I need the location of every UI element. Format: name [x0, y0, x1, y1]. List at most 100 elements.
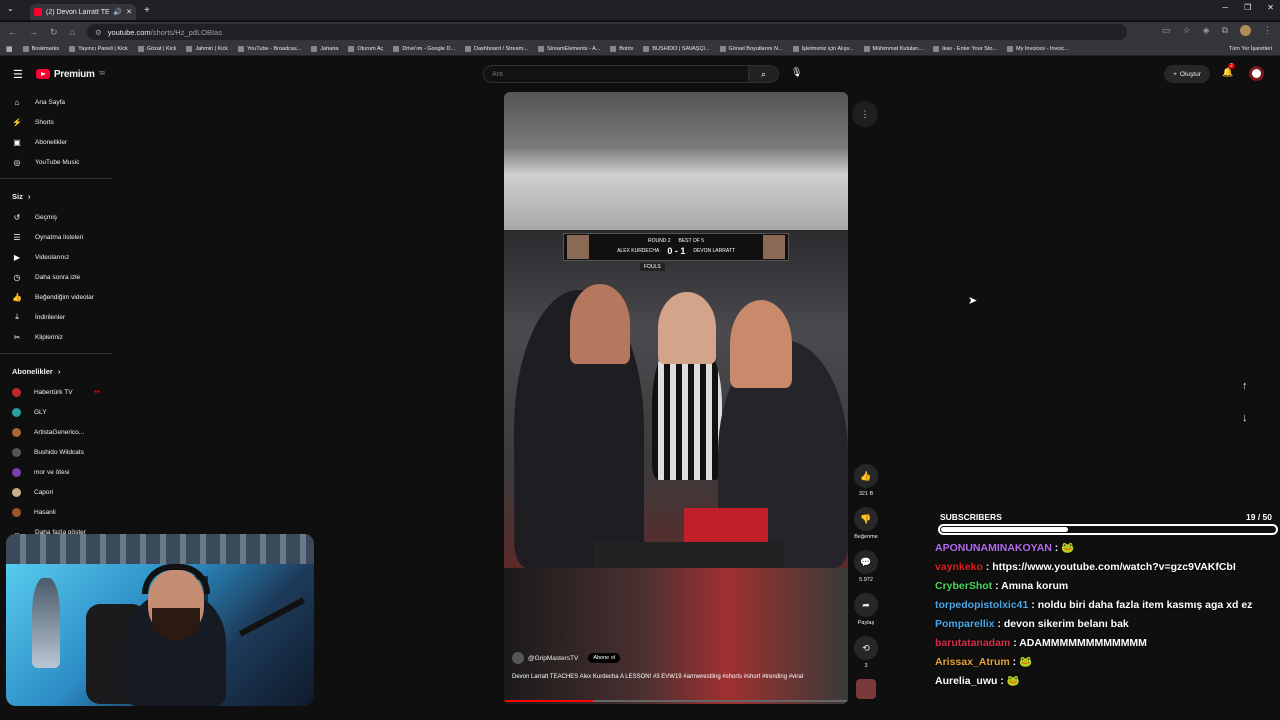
dislike-action[interactable]: 👎 Beğenme [854, 507, 878, 540]
close-window-icon[interactable]: ✕ [1267, 3, 1274, 12]
bookmark-item[interactable]: Mühimmat Kutuları... [863, 45, 923, 52]
user-avatar[interactable] [1249, 66, 1264, 81]
sidebar-item[interactable]: ☰ Oynatma listeleri [0, 227, 112, 247]
video-channel[interactable]: @GripMastersTV Abone ol [512, 652, 621, 664]
bookmark-favicon-icon [137, 45, 144, 52]
sidebar-item[interactable]: ⤓ İndirilenler [0, 307, 112, 327]
bookmark-item[interactable]: Jahmin | Kick [186, 45, 228, 52]
shorts-video-player[interactable]: ROUND 2 BEST OF 5 ALEX KURDECHA 0 - 1 DE… [504, 92, 848, 704]
sidebar-item[interactable]: ⌂ Ana Sayfa [0, 92, 112, 112]
bookmark-item[interactable]: Bookmarks [22, 45, 59, 52]
apps-grid-icon[interactable]: ▦ [6, 45, 13, 53]
sidebar-item-label: Hasanli [34, 508, 56, 516]
sidebar-item[interactable]: Capori [0, 482, 112, 502]
sidebar-item[interactable]: ArtistaGenerico... [0, 422, 112, 442]
sidebar-item[interactable]: Habertürk TV ●● [0, 382, 112, 402]
sidebar-item[interactable]: ↺ Geçmiş [0, 207, 112, 227]
next-short-icon[interactable]: ↓ [1242, 412, 1248, 424]
remix-action[interactable]: ⟲ 3 [854, 636, 878, 669]
sidebar-item[interactable]: Hasanli [0, 502, 112, 522]
subscribe-button[interactable]: Abone ol [588, 653, 621, 663]
bookmark-item[interactable]: Yayıncı Paneli | Kick [69, 45, 128, 52]
address-bar-row: ← → ↻ ⌂ ⚙ youtube.com/shorts/Hz_pdLOBIas… [0, 22, 1280, 42]
youtube-header: ☰ Premium TR Ara ⌕ 🎙 + Oluştur 🔔 2 [0, 57, 1280, 91]
search-input[interactable]: Ara ⌕ [483, 65, 779, 83]
bookmark-item[interactable]: My Invoices - Invoic... [1007, 45, 1069, 52]
bookmark-item[interactable]: İşletmeniz için Alışv... [792, 45, 854, 52]
cast-icon[interactable]: ▭ [1162, 25, 1171, 36]
channel-avatar[interactable] [512, 652, 524, 664]
remix-icon[interactable]: ⟲ [854, 636, 878, 660]
sidebar-section-you[interactable]: Siz › [0, 185, 112, 207]
sidebar-item[interactable]: ✂ Klipleriniz [0, 327, 112, 347]
sidebar-item[interactable]: ◷ Daha sonra izle [0, 267, 112, 287]
sidebar-item[interactable]: ◎ YouTube Music [0, 152, 112, 172]
maximize-icon[interactable]: ❐ [1244, 3, 1251, 12]
frog-emote-icon: 🐸 [1061, 542, 1075, 554]
url-field[interactable]: ⚙ youtube.com/shorts/Hz_pdLOBIas [86, 24, 1127, 40]
youtube-premium-logo[interactable]: Premium TR [35, 69, 105, 80]
like-icon[interactable]: 👍 [854, 464, 878, 488]
bookmark-item[interactable]: YouTube - Broadcas... [237, 45, 301, 52]
search-button[interactable]: ⌕ [748, 66, 778, 82]
chat-message: vaynkeko : https://www.youtube.com/watch… [934, 558, 1280, 577]
site-info-icon[interactable]: ⚙ [95, 28, 102, 37]
browser-menu-icon[interactable]: ⋮ [1263, 25, 1272, 36]
hamburger-menu-icon[interactable]: ☰ [13, 68, 23, 81]
create-button[interactable]: + Oluştur [1164, 65, 1210, 83]
sidebar-icon: ⤓ [15, 312, 19, 321]
bookmark-item[interactable]: ikas - Enter Your Sto... [933, 45, 997, 52]
previous-short-icon[interactable]: ↑ [1242, 380, 1248, 392]
bookmark-item[interactable]: Görsel Boyutlarını N... [719, 45, 783, 52]
streamer-beard [152, 608, 200, 640]
bookmark-label: ikas - Enter Your Sto... [942, 45, 997, 52]
sound-thumbnail[interactable] [856, 679, 876, 699]
minimize-icon[interactable]: ─ [1222, 3, 1228, 12]
bookmark-star-icon[interactable]: ☆ [1183, 25, 1191, 36]
bookmark-item[interactable]: Botrix [610, 45, 633, 52]
profile-avatar[interactable] [1240, 25, 1251, 36]
comment-icon[interactable]: 💬 [854, 550, 878, 574]
new-tab-button[interactable]: + [144, 5, 150, 16]
voice-search-icon[interactable]: 🎙 [791, 67, 802, 78]
sidebar-item[interactable]: mor ve ötesi [0, 462, 112, 482]
sidebar-item[interactable]: ▣ Abonelikler [0, 132, 112, 152]
forward-icon[interactable]: → [29, 27, 38, 38]
bookmark-item[interactable]: Jaharia [311, 45, 338, 52]
bookmark-favicon-icon [1007, 45, 1013, 52]
sidebar-item[interactable]: GLY [0, 402, 112, 422]
extension-icon[interactable]: ◈ [1203, 25, 1210, 36]
sidebar-item[interactable]: 👍 Beğendiğim videolar [0, 287, 112, 307]
bookmark-item[interactable]: Oturum Aç [348, 45, 383, 52]
browser-tab[interactable]: (2) Devon Larratt TEACHES 🔊 ✕ [30, 4, 136, 20]
dislike-icon[interactable]: 👎 [854, 507, 878, 531]
video-progress-bar[interactable] [504, 700, 848, 702]
back-icon[interactable]: ← [8, 27, 17, 38]
all-bookmarks[interactable]: Tüm Yer İşaretleri [1229, 46, 1272, 52]
sidebar-item[interactable]: ▶ Videolarınız [0, 247, 112, 267]
share-icon[interactable]: ➦ [854, 593, 878, 617]
bookmark-item[interactable]: Drive'ım - Google D... [393, 45, 455, 52]
channel-name[interactable]: @GripMastersTV [528, 655, 578, 662]
bookmark-item[interactable]: StreamElements - A... [537, 45, 601, 52]
close-tab-icon[interactable]: ✕ [126, 8, 132, 16]
bookmark-item[interactable]: BUSHIDO | SAVAŞÇI... [643, 45, 710, 52]
home-icon[interactable]: ⌂ [70, 27, 75, 38]
youtube-favicon-icon [34, 8, 42, 16]
url-host: youtube.com [107, 27, 151, 37]
bookmark-item[interactable]: Dashboard / Stream... [465, 45, 528, 52]
bookmark-label: StreamElements - A... [546, 45, 601, 52]
more-options-icon[interactable]: ⋮ [852, 101, 878, 127]
sidebar-item[interactable]: ⚡ Shorts [0, 112, 112, 132]
speaker-icon[interactable]: 🔊 [113, 8, 122, 16]
notifications-bell-icon[interactable]: 🔔 2 [1222, 63, 1235, 78]
like-action[interactable]: 👍 321 B [854, 464, 878, 497]
bookmark-item[interactable]: Gözat | Kick [137, 45, 176, 52]
extensions-puzzle-icon[interactable]: ⧉ [1222, 25, 1228, 36]
share-action[interactable]: ➦ Paylaş [854, 593, 878, 626]
sidebar-section-subscriptions[interactable]: Abonelikler › [0, 360, 112, 382]
comments-action[interactable]: 💬 5.972 [854, 550, 878, 583]
reload-icon[interactable]: ↻ [50, 27, 58, 38]
tab-search-icon[interactable]: ⌄ [7, 4, 14, 13]
sidebar-item[interactable]: Bushido Wildcats [0, 442, 112, 462]
